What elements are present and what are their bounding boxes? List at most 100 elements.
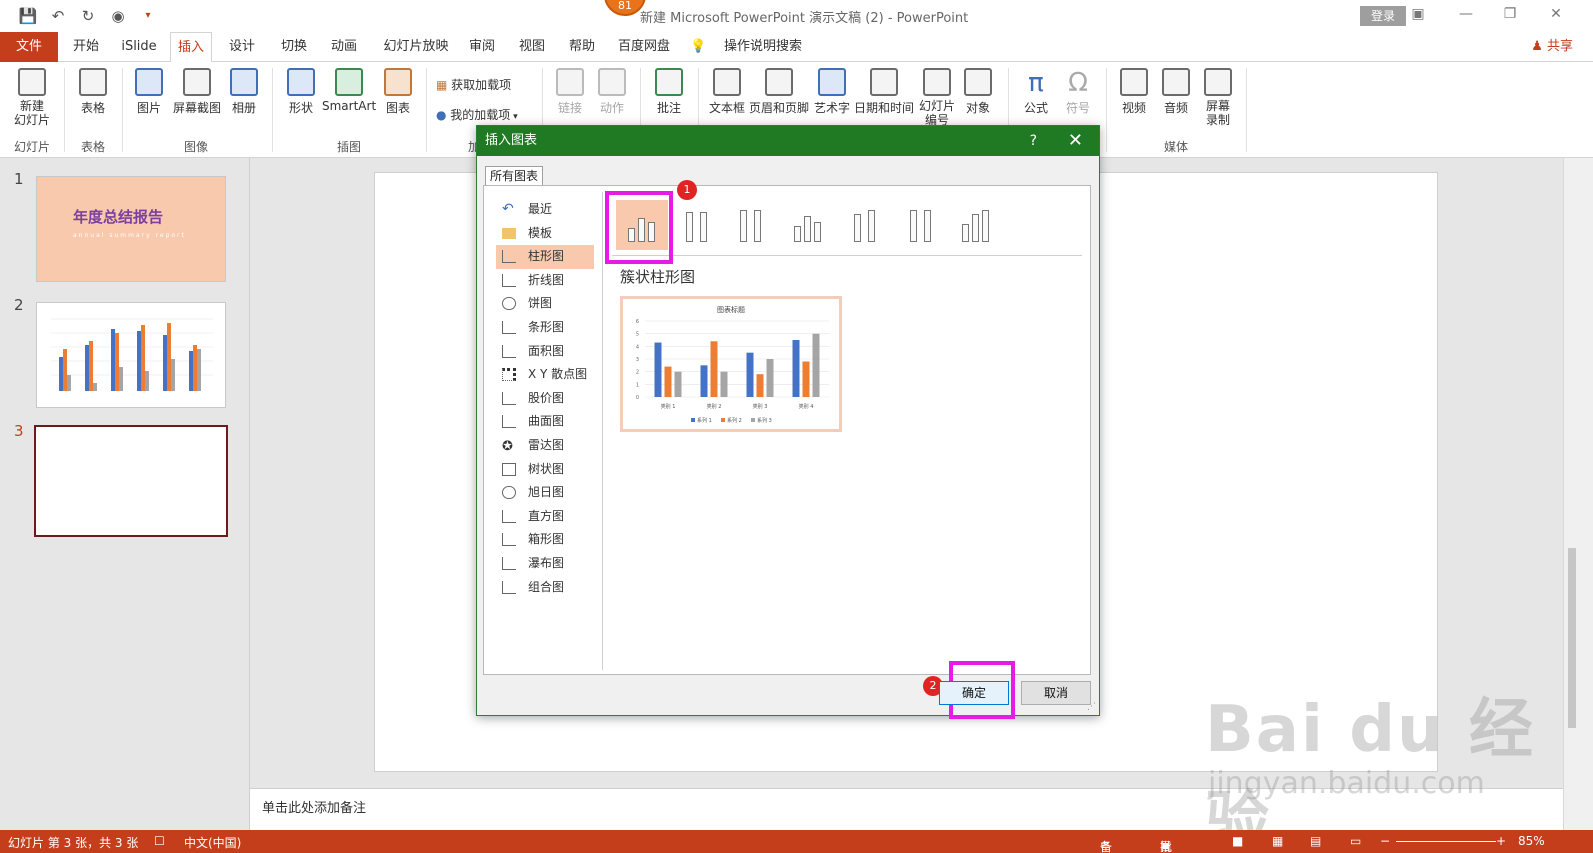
get-addins-button[interactable]: ▦ 获取加载项	[436, 76, 532, 93]
tab-review[interactable]: 审阅	[464, 32, 500, 62]
preview-y-tick-label: 1	[636, 382, 639, 388]
zoom-slider[interactable]	[1396, 841, 1496, 842]
ok-button[interactable]: 确定	[939, 681, 1009, 705]
close-window-icon[interactable]: ✕	[1546, 6, 1566, 22]
slide-thumbnail-1[interactable]: 年度总结报告 annual summary report	[36, 176, 226, 282]
subtype-3d-stacked-column[interactable]	[838, 200, 890, 250]
tab-view[interactable]: 视图	[514, 32, 550, 62]
shapes-button[interactable]: 形状	[280, 68, 322, 116]
tab-slideshow[interactable]: 幻灯片放映	[378, 32, 454, 62]
subtype-stacked-column[interactable]	[672, 200, 724, 250]
wordart-button[interactable]: 艺术字	[812, 68, 852, 116]
picture-button[interactable]: 图片	[128, 68, 170, 116]
slideshow-view-icon[interactable]: ▭	[1350, 834, 1361, 848]
category-area[interactable]: 面积图	[496, 340, 594, 364]
subtype-3d-100-stacked-column[interactable]	[894, 200, 946, 250]
category-histogram[interactable]: 直方图	[496, 505, 594, 529]
tab-home[interactable]: 开始	[66, 32, 106, 62]
tell-me-search[interactable]: 操作说明搜索	[714, 32, 812, 62]
audio-button[interactable]: 音频	[1156, 68, 1196, 116]
category-pie[interactable]: 饼图	[496, 292, 594, 316]
subtype-3d-column[interactable]	[950, 200, 1002, 250]
stock-chart-icon	[502, 391, 516, 405]
object-button[interactable]: 对象	[958, 68, 998, 116]
subtype-100-stacked-column[interactable]	[726, 200, 778, 250]
category-treemap[interactable]: 树状图	[496, 458, 594, 482]
tab-all-charts[interactable]: 所有图表	[485, 166, 544, 186]
screenshot-button[interactable]: 屏幕截图	[172, 68, 222, 116]
category-boxwhisker[interactable]: 箱形图	[496, 528, 594, 552]
category-radar[interactable]: ✪ 雷达图	[496, 434, 594, 458]
album-button[interactable]: 相册	[224, 68, 264, 116]
preview-x-tick-label: 类别 3	[753, 403, 768, 410]
header-footer-button[interactable]: 页眉和页脚	[748, 68, 810, 116]
baidu-watermark-url: jingyan.baidu.com	[1208, 766, 1485, 801]
datetime-button[interactable]: 日期和时间	[852, 68, 916, 116]
video-button[interactable]: 视频	[1114, 68, 1154, 116]
reading-view-icon[interactable]: ▤	[1310, 834, 1321, 848]
table-button[interactable]: 表格	[72, 68, 114, 116]
equation-button[interactable]: π 公式	[1016, 68, 1056, 116]
normal-view-icon[interactable]: ■	[1232, 834, 1243, 848]
category-surface[interactable]: 曲面图	[496, 410, 594, 434]
login-button[interactable]: 登录	[1360, 6, 1406, 26]
zoom-out-icon[interactable]: −	[1380, 834, 1390, 848]
cancel-button[interactable]: 取消	[1021, 681, 1091, 705]
link-button[interactable]: 链接	[552, 68, 588, 116]
slide-thumbnail-3[interactable]	[34, 425, 228, 537]
spellcheck-icon[interactable]: ☐	[154, 834, 165, 848]
chart-button[interactable]: 图表	[378, 68, 418, 116]
category-recent[interactable]: ↶ 最近	[496, 198, 594, 222]
smartart-button[interactable]: SmartArt	[322, 68, 376, 113]
ribbon-display-icon[interactable]: ▣	[1408, 6, 1428, 22]
action-button[interactable]: 动作	[594, 68, 630, 116]
undo-icon[interactable]: ↶	[48, 6, 68, 26]
category-stock[interactable]: 股价图	[496, 387, 594, 411]
title-bar: 💾 ↶ ↻ ◉ ▾ 81 新建 Microsoft PowerPoint 演示文…	[0, 0, 1593, 32]
chart-preview[interactable]: 图表标题 0 1 2 3 4 5 6 类别 1 类别 2 类别 3 类别 4 系列 1 系列 2 系列 3	[620, 296, 842, 432]
customize-qat-icon[interactable]: ▾	[138, 6, 158, 26]
category-combo[interactable]: 组合图	[496, 576, 594, 600]
star-action-icon	[598, 68, 626, 96]
redo-icon[interactable]: ↻	[78, 6, 98, 26]
zoom-in-icon[interactable]: +	[1496, 834, 1506, 848]
preview-bar	[654, 342, 662, 397]
category-waterfall[interactable]: 瀑布图	[496, 552, 594, 576]
zoom-level[interactable]: 85%	[1518, 834, 1545, 848]
resize-grip-icon[interactable]: ⋰	[1087, 702, 1096, 712]
tab-help[interactable]: 帮助	[564, 32, 600, 62]
tab-design[interactable]: 设计	[224, 32, 260, 62]
my-addins-button[interactable]: ● 我的加载项 ▾	[436, 106, 536, 123]
category-bar[interactable]: 条形图	[496, 316, 594, 340]
tab-insert[interactable]: 插入	[170, 32, 212, 63]
category-sunburst[interactable]: 旭日图	[496, 481, 594, 505]
tab-file[interactable]: 文件	[0, 32, 58, 62]
new-slide-button[interactable]: 新建 幻灯片	[8, 68, 56, 127]
slide-number-button[interactable]: 幻灯片 编号	[916, 68, 958, 127]
tab-animations[interactable]: 动画	[326, 32, 362, 62]
language-status[interactable]: 中文(中国)	[184, 834, 241, 851]
slide-thumbnail-2[interactable]	[36, 302, 226, 408]
subtype-3d-clustered-column[interactable]	[782, 200, 834, 250]
save-icon[interactable]: 💾	[18, 6, 38, 26]
treemap-icon	[502, 462, 516, 476]
close-dialog-icon[interactable]: ✕	[1068, 126, 1083, 156]
screen-record-button[interactable]: 屏幕 录制	[1198, 68, 1238, 127]
restore-icon[interactable]: ❐	[1500, 6, 1520, 22]
comment-button[interactable]: 批注	[648, 68, 690, 116]
tab-baidu-netdisk[interactable]: 百度网盘	[612, 32, 676, 62]
present-icon[interactable]: ◉	[108, 6, 128, 26]
minimize-icon[interactable]: —	[1456, 6, 1476, 22]
share-button[interactable]: ♟ 共享	[1531, 32, 1573, 62]
symbol-button[interactable]: Ω 符号	[1058, 68, 1098, 116]
tab-islide[interactable]: iSlide	[116, 32, 162, 62]
category-templates[interactable]: 模板	[496, 222, 594, 246]
category-line[interactable]: 折线图	[496, 269, 594, 293]
help-button[interactable]: ?	[1030, 126, 1037, 156]
textbox-button[interactable]: 文本框	[706, 68, 748, 116]
category-scatter[interactable]: X Y 散点图	[496, 363, 594, 387]
tab-transitions[interactable]: 切换	[276, 32, 312, 62]
slide-sorter-icon[interactable]: ▦	[1272, 834, 1283, 848]
slide-thumbnails-panel[interactable]: 1 年度总结报告 annual summary report 2 3	[0, 158, 250, 830]
category-column[interactable]: 柱形图	[496, 245, 594, 269]
